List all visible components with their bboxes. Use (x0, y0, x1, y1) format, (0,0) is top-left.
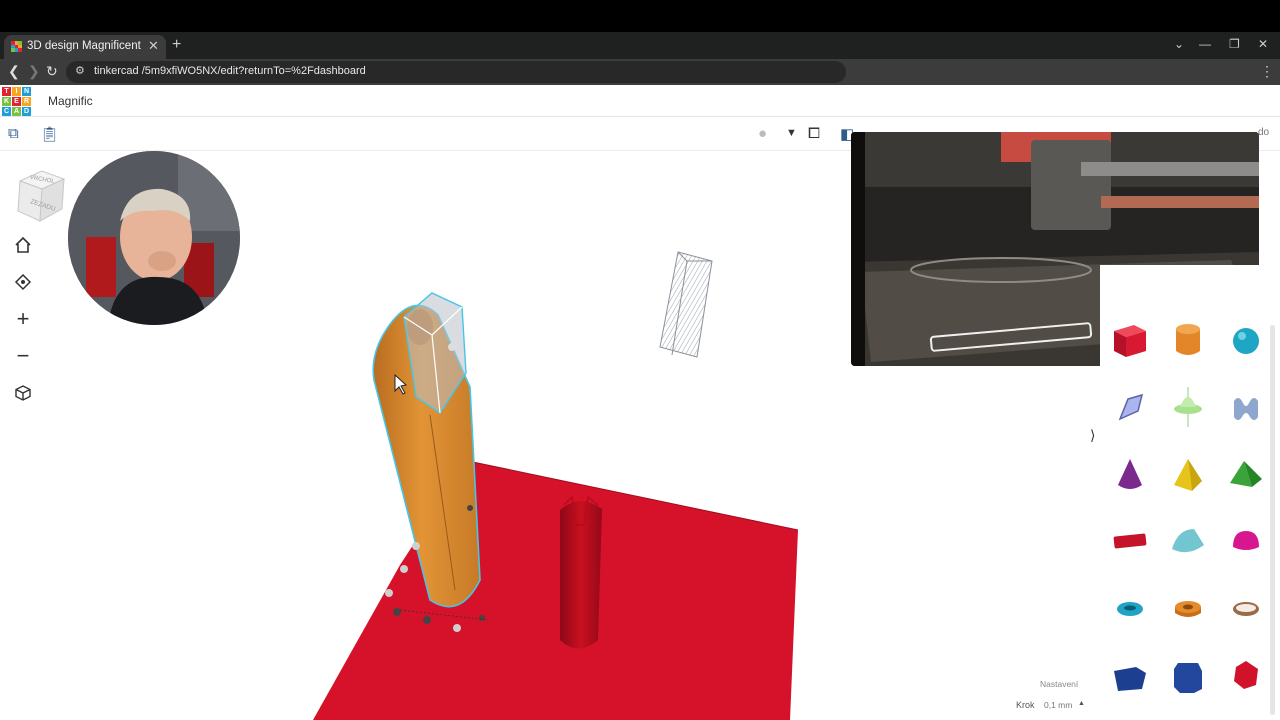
grid-controls: Nastavení Krok 0,1 mm ▲ (1010, 677, 1090, 717)
tinkercad-favicon-icon (11, 41, 22, 52)
reload-icon[interactable]: ↻ (46, 63, 58, 80)
red-cylinder-shape[interactable] (560, 495, 602, 649)
sphere-shape-icon[interactable] (1222, 315, 1270, 363)
paraboloid-shape-icon[interactable] (1164, 383, 1212, 431)
half-sphere-shape-icon[interactable] (1164, 517, 1212, 565)
minimize-icon[interactable]: — (1199, 37, 1211, 51)
url-field[interactable]: ⚙ tinkercad /5m9xfiWO5NX/edit?returnTo=%… (66, 61, 846, 83)
collapse-panel-icon[interactable]: ⟩ (1090, 427, 1095, 444)
panel-scrollbar[interactable] (1270, 325, 1275, 715)
hexagonal-prism-shape-icon[interactable] (1164, 651, 1212, 699)
text-3d-shape-icon[interactable] (1106, 517, 1154, 565)
cylinder-shape-icon[interactable] (1164, 315, 1212, 363)
workplane[interactable] (313, 461, 798, 720)
ring-shape-icon[interactable] (1222, 585, 1270, 633)
box-shape-icon[interactable] (1106, 315, 1154, 363)
back-icon[interactable]: ❮ (8, 63, 20, 80)
cone-shape-icon[interactable] (1106, 451, 1154, 499)
streamer-webcam-overlay (68, 151, 240, 325)
tube-shape-icon[interactable] (1164, 585, 1212, 633)
step-value-select[interactable]: 0,1 mm (1044, 700, 1072, 710)
url-text: tinkercad /5m9xfiWO5NX/edit?returnTo=%2F… (94, 65, 366, 77)
video-letterbox (0, 0, 1280, 32)
step-dropdown-icon[interactable]: ▲ (1078, 700, 1085, 707)
close-window-icon[interactable]: ✕ (1258, 37, 1268, 51)
hole-box-shape[interactable] (659, 251, 713, 358)
paraboloid-pink-shape-icon[interactable] (1222, 517, 1270, 565)
polygon-shape-icon[interactable] (1106, 651, 1154, 699)
step-label: Krok (1016, 700, 1035, 710)
tab-search-icon[interactable]: ⌄ (1174, 37, 1184, 51)
grid-settings-button[interactable]: Nastavení (1040, 679, 1078, 689)
tab-title: 3D design Magnificent Migelo-H (27, 40, 141, 52)
forward-icon[interactable]: ❯ (28, 63, 40, 80)
torus-shape-icon[interactable] (1106, 585, 1154, 633)
browser-menu-icon[interactable]: ⋮ (1260, 63, 1274, 80)
site-info-icon[interactable]: ⚙ (75, 64, 85, 77)
browser-tab[interactable]: 3D design Magnificent Migelo-H ✕ (4, 35, 166, 59)
shapes-panel (1100, 265, 1270, 720)
red-polyhedron-shape-icon[interactable] (1222, 651, 1270, 699)
close-tab-icon[interactable]: ✕ (148, 38, 159, 54)
tinkercad-app: TIN KER CAD Magnific ⧉ 📋︎ ● ▼ ⧠ ◧ do VRC… (0, 85, 1280, 720)
pyramid-shape-icon[interactable] (1164, 451, 1212, 499)
new-tab-icon[interactable]: + (172, 36, 181, 54)
maximize-icon[interactable]: ❐ (1229, 37, 1240, 51)
redo-label[interactable]: do (1258, 127, 1269, 138)
text-shape-icon[interactable] (1222, 383, 1270, 431)
scribble-shape-icon[interactable] (1106, 383, 1154, 431)
address-bar: ❮ ❯ ↻ ⚙ tinkercad /5m9xfiWO5NX/edit?retu… (0, 59, 1280, 85)
browser-tab-strip: 3D design Magnificent Migelo-H ✕ + ⌄ — ❐… (0, 32, 1280, 59)
roof-shape-icon[interactable] (1222, 451, 1270, 499)
